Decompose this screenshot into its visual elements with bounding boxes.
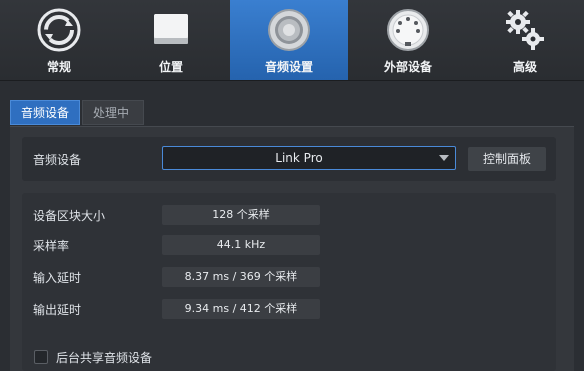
block-size-label: 设备区块大小 xyxy=(33,209,106,223)
input-latency-label: 输入延时 xyxy=(33,271,82,285)
input-latency-value: 8.37 ms / 369 个采样 xyxy=(162,267,320,287)
toolbar-label-locations: 位置 xyxy=(158,60,183,74)
midi-connector-icon xyxy=(387,9,429,51)
sample-rate-label: 采样率 xyxy=(33,239,70,253)
block-size-value: 128 个采样 xyxy=(162,205,320,225)
subtab-processing[interactable]: 处理中 xyxy=(82,100,144,125)
device-panel: 音频设备 Link Pro 控制面板 xyxy=(22,137,556,181)
background-share-checkbox[interactable] xyxy=(34,350,48,364)
preferences-toolbar: 常规 位置 音频设置 外部设备 高级 xyxy=(0,0,584,81)
dropdown-arrow-icon xyxy=(439,155,449,161)
sync-icon xyxy=(37,8,81,52)
subtab-audio-device[interactable]: 音频设备 xyxy=(10,100,80,125)
toolbar-tab-locations[interactable]: 位置 xyxy=(112,0,230,80)
control-panel-button[interactable]: 控制面板 xyxy=(468,147,546,171)
audio-device-label: 音频设备 xyxy=(33,153,82,167)
audio-device-content: 音频设备 Link Pro 控制面板 设备区块大小 128 个采样 采样率 44… xyxy=(10,126,574,371)
toolbar-label-general: 常规 xyxy=(46,60,71,74)
sample-rate-value: 44.1 kHz xyxy=(162,235,320,255)
block-size-row: 设备区块大小 128 个采样 xyxy=(22,205,556,225)
sample-rate-row: 采样率 44.1 kHz xyxy=(22,235,556,255)
output-latency-value: 9.34 ms / 412 个采样 xyxy=(162,299,320,319)
toolbar-tab-general[interactable]: 常规 xyxy=(0,0,118,80)
audio-device-selected-value: Link Pro xyxy=(275,151,323,165)
audio-device-select[interactable]: Link Pro xyxy=(162,146,456,170)
toolbar-tab-advanced[interactable]: 高级 xyxy=(466,0,584,80)
output-latency-label: 输出延时 xyxy=(33,303,82,317)
toolbar-tab-audio-setup[interactable]: 音频设置 xyxy=(230,0,348,80)
drive-icon xyxy=(154,14,188,44)
speaker-icon xyxy=(268,9,310,51)
toolbar-label-audio-setup: 音频设置 xyxy=(264,60,313,74)
toolbar-label-external-devices: 外部设备 xyxy=(383,60,432,74)
toolbar-label-advanced: 高级 xyxy=(512,60,537,74)
background-share-label: 后台共享音频设备 xyxy=(56,351,153,365)
toolbar-tab-external-devices[interactable]: 外部设备 xyxy=(349,0,467,80)
device-stats-panel: 设备区块大小 128 个采样 采样率 44.1 kHz 输入延时 8.37 ms… xyxy=(22,193,556,371)
output-latency-row: 输出延时 9.34 ms / 412 个采样 xyxy=(22,299,556,319)
input-latency-row: 输入延时 8.37 ms / 369 个采样 xyxy=(22,267,556,287)
gears-icon xyxy=(506,10,544,50)
